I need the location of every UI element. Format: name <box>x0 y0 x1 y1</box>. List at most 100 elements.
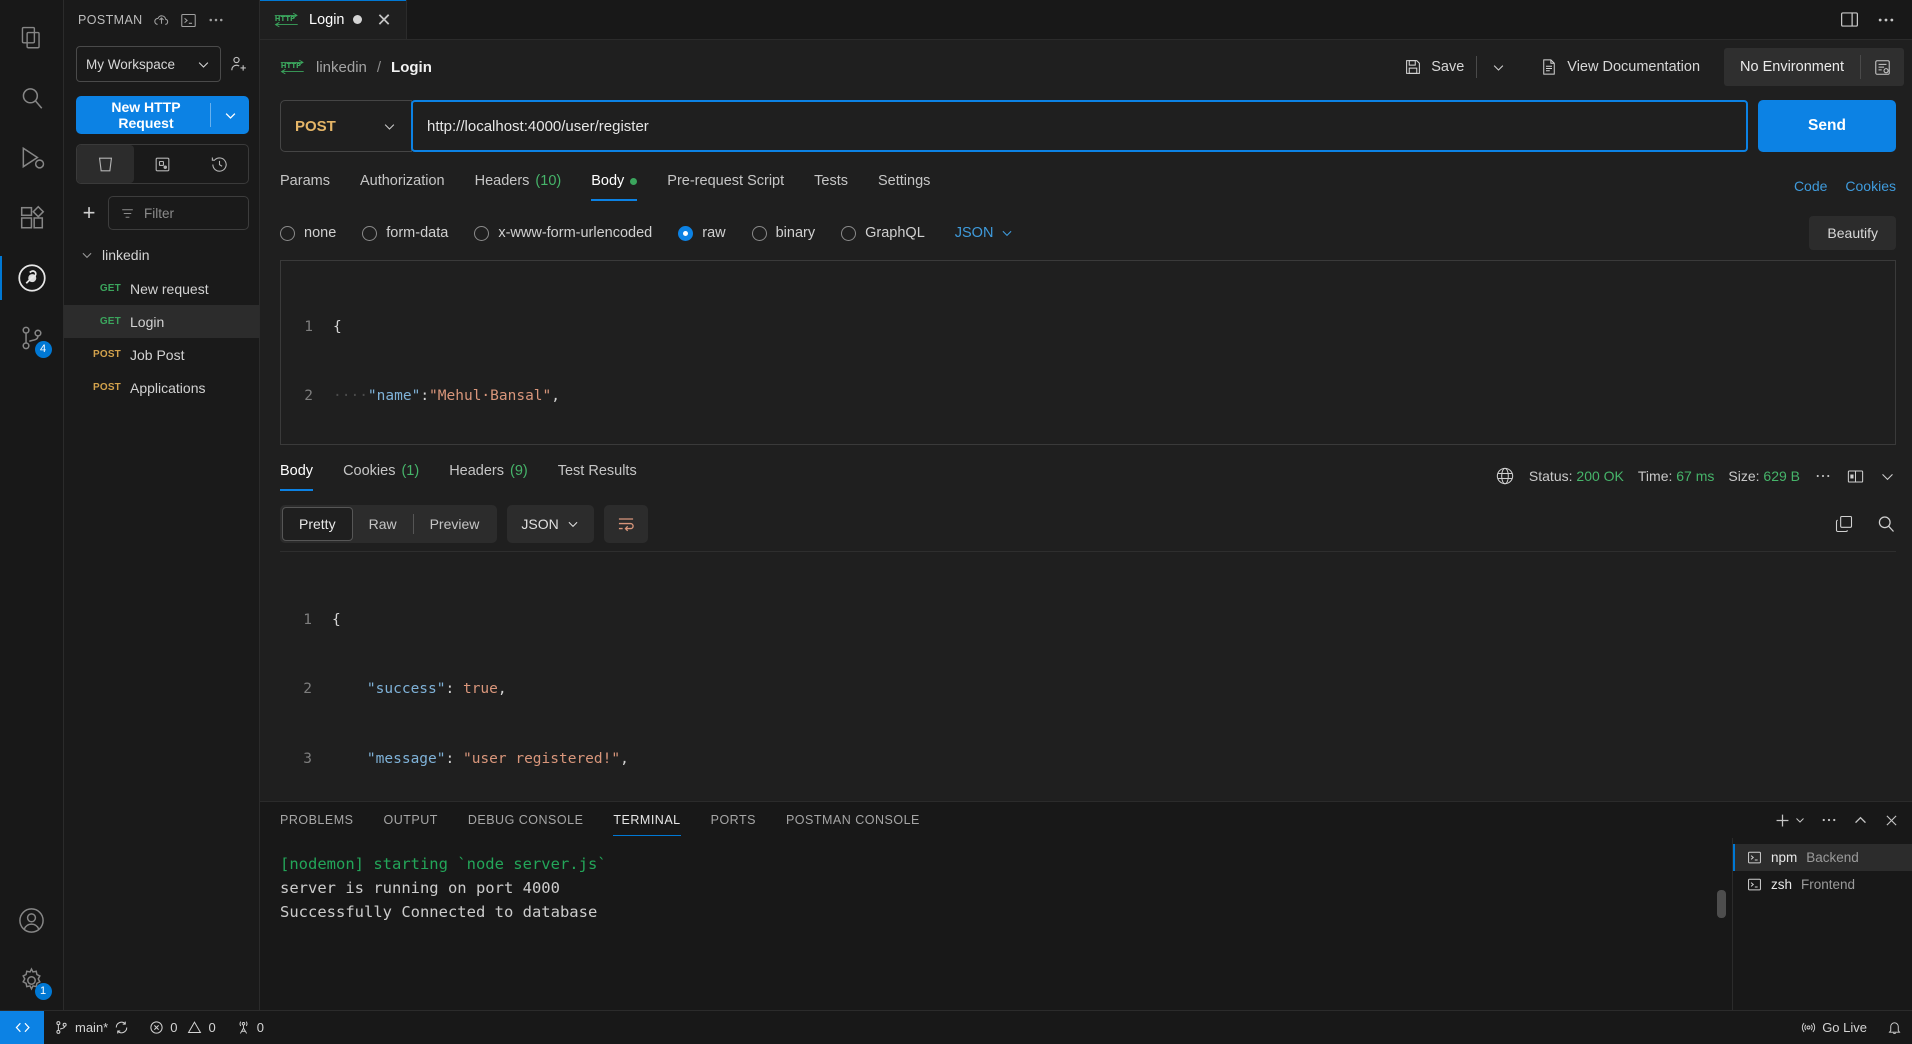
request-item-applications[interactable]: POST Applications <box>64 371 259 404</box>
tab-label: Cookies <box>343 463 396 479</box>
maximize-icon[interactable] <box>1852 812 1869 829</box>
response-tab-headers[interactable]: Headers (9) <box>449 463 528 489</box>
view-mode-raw[interactable]: Raw <box>353 507 413 541</box>
activity-source-control[interactable]: 4 <box>0 308 64 368</box>
tab-settings[interactable]: Settings <box>878 173 930 199</box>
new-terminal-icon[interactable] <box>1773 811 1806 830</box>
tab-params[interactable]: Params <box>280 173 330 199</box>
body-format-select[interactable]: JSON <box>955 225 1015 241</box>
more-actions-icon[interactable] <box>1876 10 1896 30</box>
panel-tab-problems[interactable]: PROBLEMS <box>280 805 353 836</box>
more-icon[interactable] <box>1814 467 1832 485</box>
request-item-login[interactable]: GET Login <box>64 305 259 338</box>
activity-run-debug[interactable] <box>0 128 64 188</box>
method-select[interactable]: POST <box>280 100 412 152</box>
environment-quick-look-icon[interactable] <box>1861 48 1904 86</box>
collection-linkedin[interactable]: linkedin <box>64 238 259 272</box>
more-icon[interactable] <box>207 11 225 29</box>
view-mode-pretty[interactable]: Pretty <box>282 507 353 541</box>
collections-tab[interactable] <box>77 145 134 183</box>
layout-icon[interactable] <box>1846 467 1865 486</box>
view-mode-preview[interactable]: Preview <box>414 507 496 541</box>
body-option-graphql[interactable]: GraphQL <box>841 225 925 241</box>
chevron-down-icon <box>1000 226 1014 240</box>
environments-tab[interactable] <box>134 145 191 183</box>
environment-name[interactable]: No Environment <box>1724 48 1860 86</box>
terminal-item-npm-backend[interactable]: npm Backend <box>1733 844 1912 871</box>
panel-tab-debug-console[interactable]: DEBUG CONSOLE <box>468 805 584 836</box>
panel-tab-terminal[interactable]: TERMINAL <box>613 805 681 836</box>
history-tab[interactable] <box>191 145 248 183</box>
panel-tabs: PROBLEMS OUTPUT DEBUG CONSOLE TERMINAL P… <box>260 802 1912 838</box>
add-user-icon[interactable] <box>229 54 249 74</box>
breadcrumb-collection[interactable]: linkedin <box>316 59 367 76</box>
body-option-raw[interactable]: raw <box>678 225 726 241</box>
copy-icon[interactable] <box>1834 514 1854 534</box>
workspace-select[interactable]: My Workspace <box>76 46 221 82</box>
code-link[interactable]: Code <box>1794 178 1827 194</box>
beautify-button[interactable]: Beautify <box>1809 216 1896 250</box>
panel-tab-output[interactable]: OUTPUT <box>383 805 437 836</box>
view-documentation-button[interactable]: View Documentation <box>1526 52 1714 82</box>
request-body-editor[interactable]: 1{ 2····"name":"Mehul·Bansal", 3····"ema… <box>280 260 1896 445</box>
code-line: 2 ····"name":"Mehul·Bansal", <box>281 385 1895 408</box>
editor-tab-login[interactable]: HTTP Login ✕ <box>260 0 407 39</box>
response-toolbar: Pretty Raw Preview JSON <box>260 499 1912 551</box>
word-wrap-icon[interactable] <box>603 505 648 543</box>
new-http-request-button[interactable]: New HTTP Request <box>76 96 249 134</box>
terminal-icon[interactable] <box>180 12 197 29</box>
request-item-new-request[interactable]: GET New request <box>64 272 259 305</box>
time-label: Time: <box>1637 468 1673 484</box>
terminal-output[interactable]: [nodemon] starting `node server.js` serv… <box>260 838 1732 1010</box>
panel-tab-postman-console[interactable]: POSTMAN CONSOLE <box>786 805 920 836</box>
body-option-binary[interactable]: binary <box>751 225 815 241</box>
close-icon[interactable]: ✕ <box>376 11 391 29</box>
activity-explorer[interactable] <box>0 8 64 68</box>
split-editor-icon[interactable] <box>1839 9 1860 30</box>
cookies-link[interactable]: Cookies <box>1845 178 1896 194</box>
activity-postman[interactable] <box>0 248 64 308</box>
tab-headers[interactable]: Headers (10) <box>475 173 562 199</box>
tab-pre-request-script[interactable]: Pre-request Script <box>667 173 784 199</box>
save-button[interactable]: Save <box>1394 52 1474 82</box>
tab-tests[interactable]: Tests <box>814 173 848 199</box>
request-item-job-post[interactable]: POST Job Post <box>64 338 259 371</box>
body-option-urlencoded[interactable]: x-www-form-urlencoded <box>474 225 652 241</box>
plus-icon[interactable]: + <box>76 200 102 226</box>
body-option-none[interactable]: none <box>280 225 336 241</box>
save-options-caret[interactable] <box>1479 54 1518 81</box>
panel-tab-label: PROBLEMS <box>280 812 354 827</box>
terminal-line: server is running on port 4000 <box>280 879 560 897</box>
close-icon[interactable] <box>1883 812 1900 829</box>
terminal-item-zsh-frontend[interactable]: zsh Frontend <box>1733 871 1912 898</box>
chevron-down-icon[interactable] <box>211 108 249 123</box>
search-icon[interactable] <box>1876 514 1896 534</box>
tab-body[interactable]: Body <box>591 173 638 201</box>
response-format-select[interactable]: JSON <box>507 505 594 543</box>
status-ports[interactable]: 0 <box>226 1011 274 1044</box>
response-tab-body[interactable]: Body <box>280 463 314 491</box>
sync-icon[interactable] <box>114 1020 129 1035</box>
response-tab-test-results[interactable]: Test Results <box>558 463 637 489</box>
more-icon[interactable] <box>1820 811 1838 829</box>
body-option-form-data[interactable]: form-data <box>362 225 448 241</box>
remote-window-icon[interactable] <box>0 1010 44 1044</box>
activity-extensions[interactable] <box>0 188 64 248</box>
filter-input[interactable]: Filter <box>108 196 249 230</box>
tab-authorization[interactable]: Authorization <box>360 173 445 199</box>
terminal-scrollbar[interactable] <box>1717 890 1726 918</box>
response-tab-cookies[interactable]: Cookies (1) <box>343 463 419 489</box>
url-input[interactable]: http://localhost:4000/user/register <box>411 100 1748 152</box>
status-notifications[interactable] <box>1877 1011 1912 1044</box>
status-problems[interactable]: 0 0 <box>139 1011 225 1044</box>
send-button[interactable]: Send <box>1758 100 1896 152</box>
response-body-editor[interactable]: 1{ 2 "success": true, 3 "message": "user… <box>280 551 1896 801</box>
activity-accounts[interactable] <box>0 890 64 950</box>
cloud-upload-icon[interactable] <box>153 12 170 29</box>
activity-search[interactable] <box>0 68 64 128</box>
panel-tab-ports[interactable]: PORTS <box>711 805 756 836</box>
chevron-down-icon[interactable] <box>1879 468 1896 485</box>
activity-manage[interactable]: 1 <box>0 950 64 1010</box>
status-go-live[interactable]: Go Live <box>1791 1011 1877 1044</box>
status-branch[interactable]: main* <box>44 1011 139 1044</box>
